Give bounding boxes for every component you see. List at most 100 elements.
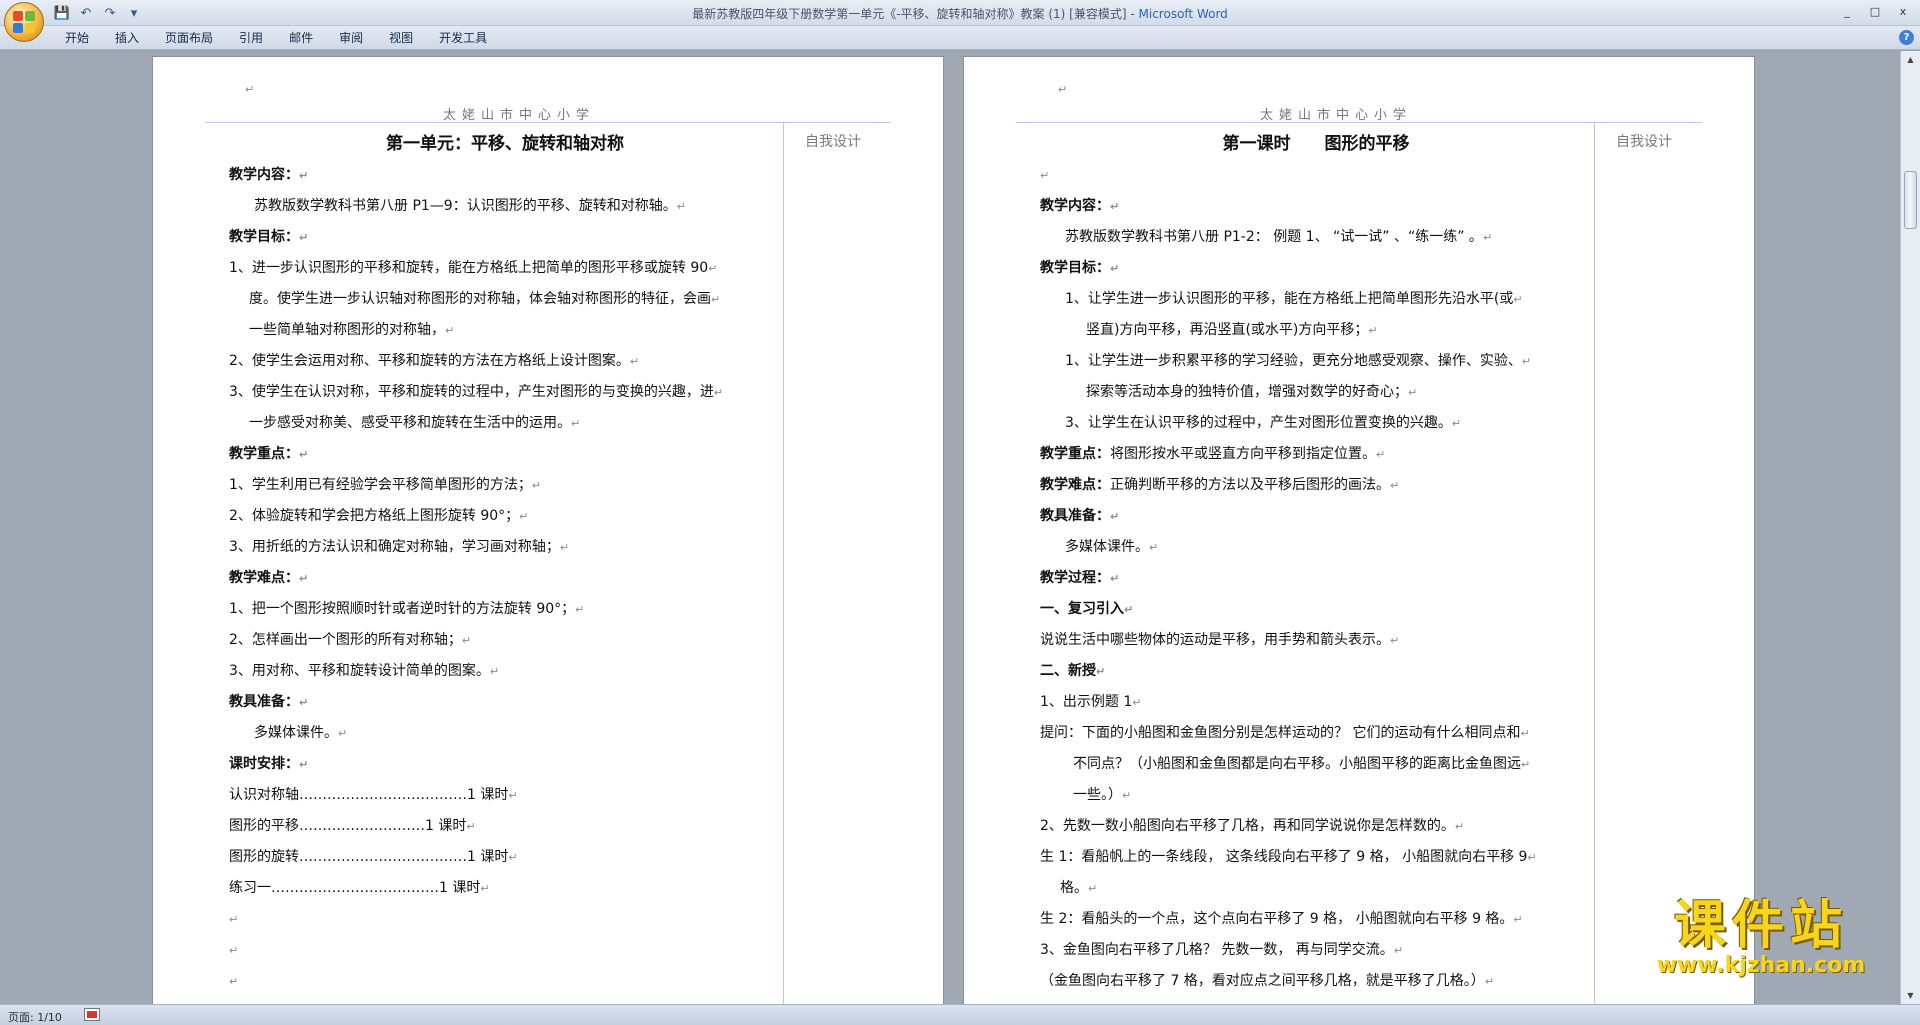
text-line: 2、先数一数小船图向右平移了几格，再和同学说说你是怎样数的。↵ bbox=[1040, 818, 1465, 834]
paragraph-mark: ↵ bbox=[575, 603, 585, 616]
paragraph-mark: ↵ bbox=[1110, 200, 1120, 213]
page-count[interactable]: 页面: 1/10 bbox=[8, 1009, 62, 1025]
paragraph-mark: ↵ bbox=[445, 324, 455, 337]
page-2[interactable]: ↵ 太姥山市中心小学 自我设计 第一课时 图形的平移 ↵ 教学内容：↵ 苏教版数学教… bbox=[963, 56, 1755, 1004]
maximize-button[interactable]: □ bbox=[1864, 3, 1886, 19]
tab-home[interactable]: 开始 bbox=[52, 29, 102, 47]
text-line: 生 1：看船帆上的一条线段， 这条线段向右平移了 9 格， 小船图就向右平移 9… bbox=[1040, 849, 1537, 865]
header-rule bbox=[205, 122, 891, 123]
paragraph-mark: ↵ bbox=[229, 944, 239, 957]
header-rule bbox=[1016, 122, 1702, 123]
page-2-body[interactable]: 第一课时 图形的平移 ↵ 教学内容：↵ 苏教版数学教科书第八册 P1-2： 例题 1… bbox=[1040, 129, 1592, 997]
paragraph-mark: ↵ bbox=[299, 169, 309, 182]
page-1[interactable]: ↵ 太姥山市中心小学 自我设计 第一单元：平移、旋转和轴对称 教学内容：↵ 苏教版… bbox=[152, 56, 944, 1004]
text-line: ↵ bbox=[229, 966, 781, 997]
paragraph-mark: ↵ bbox=[1408, 386, 1418, 399]
text-line: 格。↵ bbox=[1060, 880, 1098, 896]
paragraph-mark: ↵ bbox=[1088, 882, 1098, 895]
paragraph-mark: ↵ bbox=[1376, 448, 1386, 461]
paragraph-mark: ↵ bbox=[480, 882, 490, 895]
paragraph-mark: ↵ bbox=[1393, 944, 1404, 957]
paragraph-mark: ↵ bbox=[245, 83, 255, 96]
paragraph-mark: ↵ bbox=[229, 975, 239, 988]
tab-insert[interactable]: 插入 bbox=[102, 29, 152, 47]
page-title: 第一单元：平移、旋转和轴对称 bbox=[386, 134, 624, 154]
paragraph-mark: ↵ bbox=[508, 851, 518, 864]
title-bar: 💾 ↶ ↷ ▾ 最新苏教版四年级下册数学第一单元《-平移、旋转和轴对称》教案 (… bbox=[0, 0, 1920, 42]
paragraph-mark: ↵ bbox=[489, 665, 500, 678]
office-button[interactable] bbox=[4, 2, 44, 42]
tab-developer[interactable]: 开发工具 bbox=[426, 29, 500, 47]
help-icon[interactable]: ? bbox=[1899, 30, 1914, 45]
paragraph-mark: ↵ bbox=[1521, 355, 1532, 368]
paragraph-mark: ↵ bbox=[571, 417, 581, 430]
paragraph-mark: ↵ bbox=[1110, 510, 1120, 523]
text-line: 多媒体课件。↵ bbox=[1065, 539, 1159, 555]
tab-mailings[interactable]: 邮件 bbox=[276, 29, 326, 47]
text-line: 生 2：看船头的一个点，这个点向右平移了 9 格， 小船图就向右平移 9 格。↵ bbox=[1040, 911, 1523, 927]
header-school-name: 太姥山市中心小学 bbox=[443, 108, 596, 123]
paragraph-mark: ↵ bbox=[1390, 634, 1400, 647]
paragraph-mark: ↵ bbox=[1132, 696, 1142, 709]
paragraph-mark: ↵ bbox=[1520, 727, 1530, 740]
paragraph-mark: ↵ bbox=[676, 200, 686, 213]
text-line: 苏教版数学教科书第八册 P1-2： 例题 1、 “试一试” 、“练一练” 。↵ bbox=[1065, 229, 1493, 245]
text-line: ↵ bbox=[229, 935, 781, 966]
paragraph-mark: ↵ bbox=[1390, 479, 1400, 492]
page-1-body[interactable]: 第一单元：平移、旋转和轴对称 教学内容：↵ 苏教版数学教科书第八册 P1—9：认识… bbox=[229, 129, 781, 997]
text-line: 竖直)方向平移，再沿竖直(或水平)方向平移；↵ bbox=[1086, 322, 1378, 338]
close-button[interactable]: x bbox=[1892, 3, 1914, 19]
paragraph-mark: ↵ bbox=[531, 479, 542, 492]
text-line: 一些简单轴对称图形的对称轴，↵ bbox=[249, 322, 455, 338]
paragraph-mark: ↵ bbox=[1124, 603, 1134, 616]
scroll-down-icon[interactable]: ▼ bbox=[1904, 989, 1917, 1002]
text-line: （金鱼图向右平移了 7 格，看对应点之间平移几格，就是平移了几格。）↵ bbox=[1040, 973, 1495, 989]
text-line: 3、用对称、平移和旋转设计简单的图案。↵ bbox=[229, 663, 500, 679]
paragraph-mark: ↵ bbox=[466, 820, 476, 833]
text-line: 课时安排：↵ bbox=[229, 756, 309, 772]
text-line: 1、让学生进一步认识图形的平移，能在方格纸上把简单图形先沿水平(或↵ bbox=[1065, 291, 1523, 307]
app-name: Microsoft Word bbox=[1138, 7, 1228, 21]
tab-view[interactable]: 视图 bbox=[376, 29, 426, 47]
ribbon: 开始 插入 页面布局 引用 邮件 审阅 视图 开发工具 ? bbox=[0, 26, 1920, 50]
paragraph-mark: ↵ bbox=[461, 634, 472, 647]
text-line: 1、让学生进一步积累平移的学习经验，更充分地感受观察、操作、实验、↵ bbox=[1065, 353, 1532, 369]
scroll-up-icon[interactable]: ▲ bbox=[1904, 53, 1917, 66]
paragraph-mark: ↵ bbox=[1482, 231, 1493, 244]
paragraph-mark: ↵ bbox=[1040, 169, 1050, 182]
text-line: 苏教版数学教科书第八册 P1—9：认识图形的平移、旋转和对称轴。↵ bbox=[254, 198, 686, 214]
window-controls: _ □ x bbox=[1836, 3, 1914, 19]
text-line: 一些。）↵ bbox=[1073, 787, 1132, 803]
paragraph-mark: ↵ bbox=[299, 448, 309, 461]
text-line: 一、复习引入↵ bbox=[1040, 601, 1134, 617]
tab-page-layout[interactable]: 页面布局 bbox=[152, 29, 226, 47]
paragraph-mark: ↵ bbox=[299, 696, 309, 709]
text-line: 3、用折纸的方法认识和确定对称轴，学习画对称轴；↵ bbox=[229, 539, 570, 555]
side-column-label: 自我设计 bbox=[805, 134, 861, 150]
paragraph-mark: ↵ bbox=[708, 262, 718, 275]
paragraph-mark: ↵ bbox=[299, 231, 309, 244]
paragraph-mark: ↵ bbox=[1513, 913, 1523, 926]
language-icon[interactable] bbox=[84, 1008, 100, 1021]
vertical-scrollbar[interactable]: ▲ ▼ bbox=[1900, 51, 1920, 1004]
text-line: 练习一………………………………1 课时↵ bbox=[229, 880, 490, 896]
text-line: 教具准备：↵ bbox=[1040, 508, 1120, 524]
tab-references[interactable]: 引用 bbox=[226, 29, 276, 47]
paragraph-mark: ↵ bbox=[1110, 572, 1120, 585]
text-line: 教学难点：↵ bbox=[229, 570, 309, 586]
text-line: 教学重点：↵ bbox=[229, 446, 309, 462]
paragraph-mark: ↵ bbox=[713, 386, 724, 399]
paragraph-mark: ↵ bbox=[508, 789, 518, 802]
text-line: 一步感受对称美、感受平移和旋转在生活中的运用。↵ bbox=[249, 415, 581, 431]
scroll-thumb[interactable] bbox=[1904, 171, 1917, 229]
paragraph-mark: ↵ bbox=[1110, 262, 1120, 275]
tab-review[interactable]: 审阅 bbox=[326, 29, 376, 47]
paragraph-mark: ↵ bbox=[299, 758, 309, 771]
page-2-lines: ↵ 教学内容：↵ 苏教版数学教科书第八册 P1-2： 例题 1、 “试一试” 、“练… bbox=[1040, 160, 1592, 997]
minimize-button[interactable]: _ bbox=[1836, 3, 1858, 19]
text-line: 提问：下面的小船图和金鱼图分别是怎样运动的？ 它们的运动有什么相同点和↵ bbox=[1040, 725, 1530, 741]
text-line: 3、让学生在认识平移的过程中，产生对图形位置变换的兴趣。↵ bbox=[1065, 415, 1462, 431]
paragraph-mark: ↵ bbox=[1454, 820, 1465, 833]
paragraph-mark: ↵ bbox=[1096, 665, 1106, 678]
text-line: 2、怎样画出一个图形的所有对称轴；↵ bbox=[229, 632, 472, 648]
